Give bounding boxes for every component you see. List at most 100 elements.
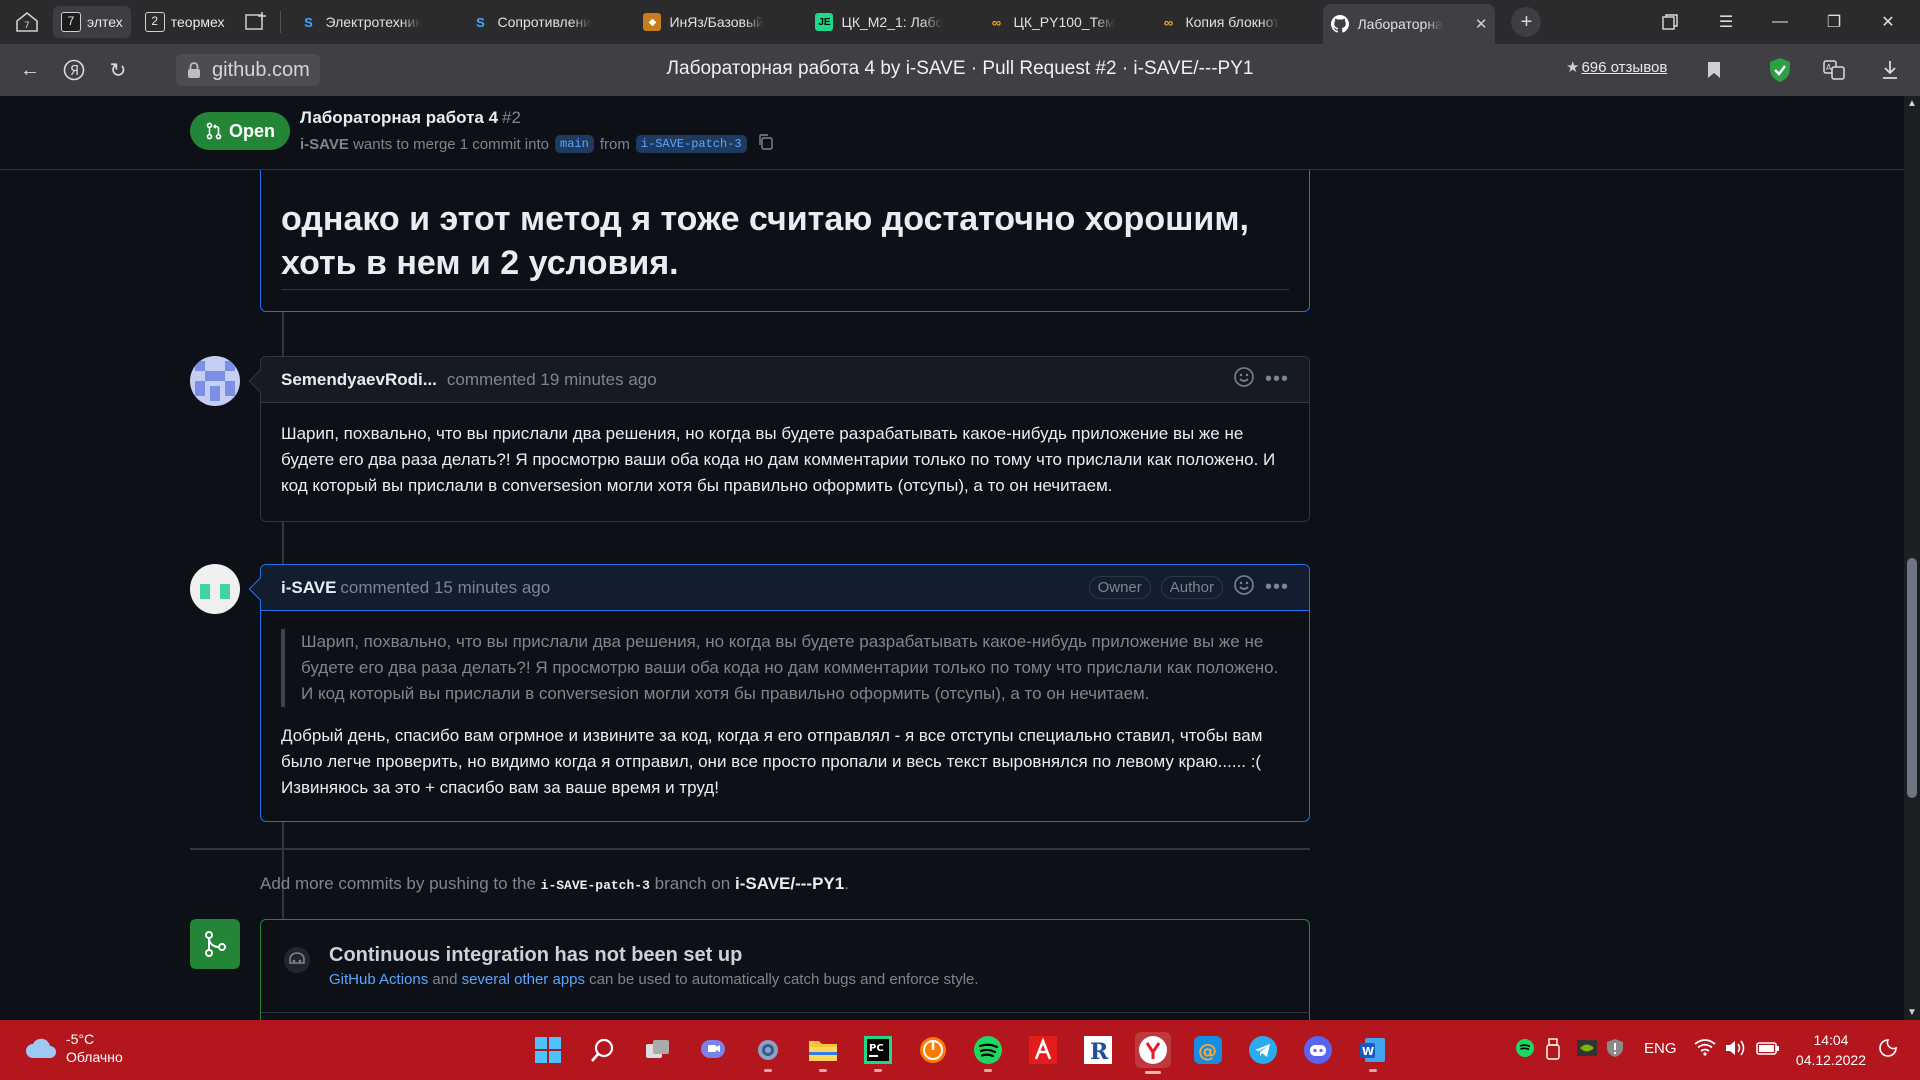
browser-tab-strip: 7 7 элтех 2 теормех S Электротехник S Со… xyxy=(0,0,1920,44)
comment-author[interactable]: i-SAVE xyxy=(281,578,336,598)
task-view-button[interactable] xyxy=(640,1032,676,1068)
teams-chat-button[interactable] xyxy=(695,1032,731,1068)
tab-title: Электротехник xyxy=(325,14,422,30)
bookmark-button[interactable] xyxy=(1694,50,1734,90)
nvidia-icon[interactable] xyxy=(1576,1038,1598,1062)
ci-status-icon xyxy=(283,946,311,979)
scroll-up-icon[interactable]: ▲ xyxy=(1904,98,1920,109)
yandex-browser-app[interactable] xyxy=(1135,1032,1171,1074)
more-options-icon[interactable]: ••• xyxy=(1265,368,1289,391)
system-clock[interactable]: 14:04 04.12.2022 xyxy=(1796,1030,1866,1070)
comment-header: SemendyaevRodi... commented 19 minutes a… xyxy=(261,357,1309,403)
comment-timestamp[interactable]: commented 15 minutes ago xyxy=(340,578,550,598)
translate-button[interactable]: A xyxy=(1814,50,1854,90)
tab-title: Лабораторна xyxy=(1357,16,1443,32)
windows-taskbar: -5°C Облачно PC R @ W ENG 14:04 04.12.20… xyxy=(0,1020,1920,1080)
scrollbar-thumb[interactable] xyxy=(1907,558,1917,798)
owner-badge: Owner xyxy=(1088,576,1151,599)
head-branch-label[interactable]: i-SAVE-patch-3 xyxy=(635,135,747,153)
spotify-app[interactable] xyxy=(970,1032,1006,1072)
tab-group-teormeh[interactable]: 2 теормех xyxy=(137,6,233,38)
reviews-link[interactable]: ★ 696 отзывов xyxy=(1566,58,1667,76)
comment-timestamp[interactable]: commented 19 minutes ago xyxy=(447,370,657,390)
usb-device-icon[interactable] xyxy=(1546,1038,1560,1064)
close-tab-icon[interactable]: ✕ xyxy=(1471,15,1488,33)
minimize-icon: — xyxy=(1772,13,1788,30)
add-reaction-icon[interactable] xyxy=(1233,574,1255,601)
new-tab-group-button[interactable] xyxy=(238,6,274,38)
base-branch-label[interactable]: main xyxy=(555,135,594,153)
telegram-app[interactable] xyxy=(1245,1032,1281,1068)
clock-date: 04.12.2022 xyxy=(1795,1052,1866,1068)
pr-author[interactable]: i-SAVE xyxy=(300,136,349,153)
browser-tab[interactable]: ∞ Копия блокнот xyxy=(1151,5,1323,39)
collections-button[interactable] xyxy=(1644,0,1696,44)
security-alert-icon[interactable] xyxy=(1606,1038,1624,1062)
start-button[interactable] xyxy=(530,1032,566,1068)
notifications-icon[interactable] xyxy=(1878,1038,1898,1062)
add-group-icon xyxy=(245,12,267,30)
close-window-button[interactable]: ✕ xyxy=(1862,0,1914,44)
add-reaction-icon[interactable] xyxy=(1233,366,1255,393)
ci-title: Continuous integration has not been set … xyxy=(329,944,743,966)
more-options-icon[interactable]: ••• xyxy=(1265,576,1289,599)
tab-group-eltech[interactable]: 7 элтех xyxy=(53,6,131,38)
comment-box: SemendyaevRodi... commented 19 minutes a… xyxy=(248,356,1310,522)
chat-icon xyxy=(701,1040,725,1058)
language-indicator[interactable]: ENG xyxy=(1644,1040,1677,1057)
avatar[interactable] xyxy=(190,356,240,406)
tab-group-label: теормех xyxy=(170,14,225,30)
git-merge-icon xyxy=(205,931,226,957)
browser-tab[interactable]: JE ЦК_М2_1: Лабо xyxy=(807,5,979,39)
github-actions-link[interactable]: GitHub Actions xyxy=(329,971,428,988)
word-icon: W xyxy=(1360,1038,1385,1062)
mail-app[interactable]: @ xyxy=(1190,1032,1226,1068)
pr-from-text: from xyxy=(599,135,630,153)
search-button[interactable] xyxy=(585,1032,621,1068)
tabs-overview-button[interactable]: 7 xyxy=(7,6,47,38)
comment-author[interactable]: SemendyaevRodi... xyxy=(281,370,437,390)
previous-comment-line: хоть в нем и 2 условия. xyxy=(281,244,679,282)
folder-icon xyxy=(809,1041,837,1061)
browser-tab-active[interactable]: Лабораторна ✕ xyxy=(1323,4,1496,44)
pdf-icon xyxy=(1029,1036,1057,1064)
minimize-button[interactable]: — xyxy=(1754,0,1806,44)
music-icon xyxy=(920,1037,946,1063)
tray-spotify-icon[interactable] xyxy=(1515,1038,1535,1062)
pycharm-app[interactable]: PC xyxy=(860,1032,896,1072)
cloud-icon xyxy=(26,1038,56,1058)
rider-app[interactable]: R xyxy=(1080,1032,1116,1068)
scroll-down-icon[interactable]: ▼ xyxy=(1904,1007,1920,1018)
s-icon: S xyxy=(304,14,313,30)
quoted-reply: Шарип, похвально, что вы прислали два ре… xyxy=(281,629,1289,707)
pr-status-text: Open xyxy=(228,120,275,141)
battery-icon[interactable] xyxy=(1756,1038,1780,1062)
protect-button[interactable] xyxy=(1760,50,1800,90)
music-app[interactable] xyxy=(915,1032,951,1068)
acrobat-app[interactable] xyxy=(1025,1032,1061,1068)
avatar[interactable] xyxy=(190,564,240,614)
restore-button[interactable]: ❐ xyxy=(1808,0,1860,44)
wifi-icon[interactable] xyxy=(1694,1038,1716,1060)
file-explorer-app[interactable] xyxy=(805,1032,841,1072)
new-tab-button[interactable]: + xyxy=(1511,7,1542,37)
discord-app[interactable] xyxy=(1300,1032,1336,1068)
browser-tab[interactable]: S Электротехник xyxy=(291,5,463,39)
settings-app[interactable] xyxy=(750,1032,786,1072)
heading-rule xyxy=(281,289,1289,290)
add-more-middle: branch on xyxy=(654,874,731,893)
repo-link[interactable]: i-SAVE/---PY1 xyxy=(735,874,844,893)
browser-tab[interactable]: ◆ ИнЯз/Базовый xyxy=(635,5,807,39)
downloads-button[interactable] xyxy=(1870,50,1910,90)
weather-widget[interactable]: -5°C Облачно xyxy=(24,1030,123,1066)
tab-separator xyxy=(280,11,282,33)
copy-icon[interactable] xyxy=(757,133,775,155)
volume-icon[interactable] xyxy=(1724,1038,1748,1062)
browser-tab[interactable]: ∞ ЦК_PY100_Тем xyxy=(979,5,1151,39)
page-scrollbar[interactable]: ▲ ▼ xyxy=(1904,96,1920,1020)
yandex-browser-icon xyxy=(1139,1036,1167,1064)
browser-menu-button[interactable]: ☰ xyxy=(1700,0,1752,44)
other-apps-link[interactable]: several other apps xyxy=(462,971,585,988)
word-app[interactable]: W xyxy=(1355,1032,1391,1072)
browser-tab[interactable]: S Сопротивлени xyxy=(463,5,635,39)
